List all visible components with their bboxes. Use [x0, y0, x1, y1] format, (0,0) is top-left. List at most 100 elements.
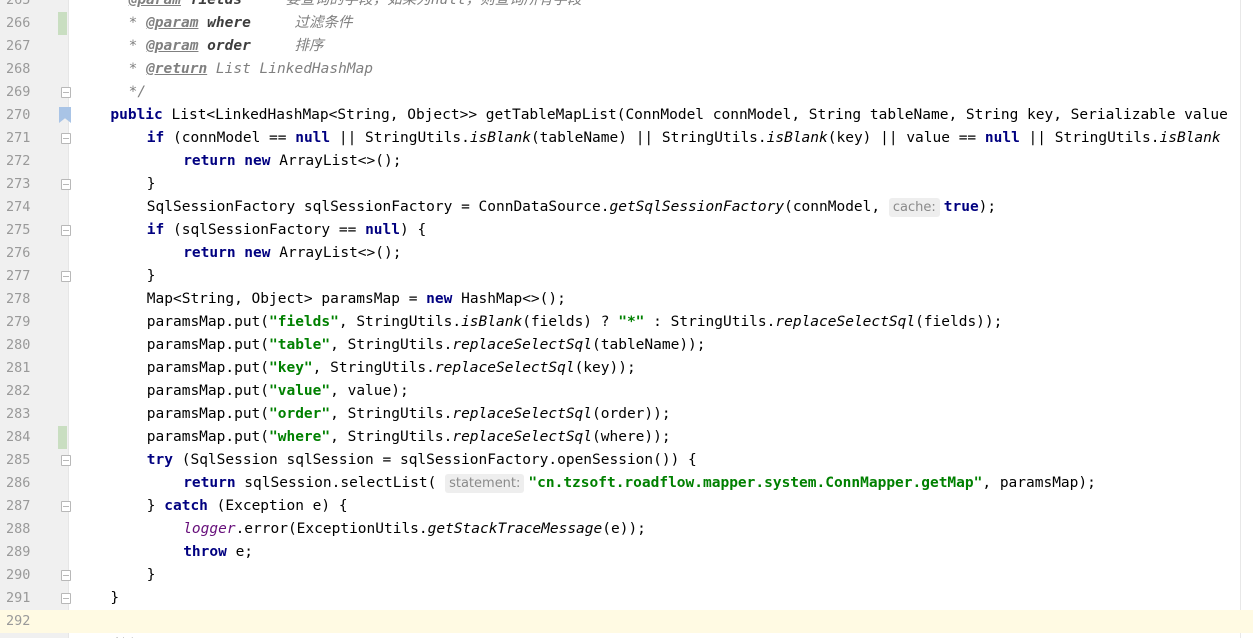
code-token: ) {	[399, 222, 427, 238]
code-line[interactable]: 278 Map<String, Object> paramsMap = new H…	[0, 288, 1253, 311]
fold-toggle-icon[interactable]	[61, 87, 71, 98]
code-text[interactable]: @param fields 要查询的字段，如果为null，则查询所有字段	[129, 0, 582, 12]
code-text[interactable]: }	[147, 173, 156, 196]
code-text[interactable]: SqlSessionFactory sqlSessionFactory = Co…	[147, 196, 996, 219]
code-text[interactable]: paramsMap.put("where", StringUtils.repla…	[147, 426, 671, 449]
code-text[interactable]: }	[147, 564, 156, 587]
code-line[interactable]: 281 paramsMap.put("key", StringUtils.repl…	[0, 357, 1253, 380]
code-text[interactable]: paramsMap.put("key", StringUtils.replace…	[147, 357, 636, 380]
code-line[interactable]: 277}	[0, 265, 1253, 288]
code-text[interactable]: paramsMap.put("fields", StringUtils.isBl…	[147, 311, 1003, 334]
code-text[interactable]: paramsMap.put("value", value);	[147, 380, 409, 403]
code-line[interactable]: 291}	[0, 587, 1253, 610]
code-token: 要查询的字段，如果为null，则查询所有字段	[242, 0, 582, 8]
code-line[interactable]: 266 * @param where 过滤条件	[0, 12, 1253, 35]
code-line[interactable]: 290}	[0, 564, 1253, 587]
code-text[interactable]: return new ArrayList<>();	[183, 242, 401, 265]
code-token: replaceSelectSql	[452, 429, 593, 445]
line-number: 279	[6, 314, 31, 330]
code-line[interactable]: 272 return new ArrayList<>();	[0, 150, 1253, 173]
code-token: , StringUtils.	[330, 429, 453, 445]
code-token: replaceSelectSql	[452, 406, 593, 422]
bookmark-icon[interactable]	[59, 107, 71, 123]
code-text[interactable]: throw e;	[183, 541, 253, 564]
code-text[interactable]: * @return List LinkedHashMap	[129, 58, 373, 81]
code-line[interactable]: 288 logger.error(ExceptionUtils.getStackT…	[0, 518, 1253, 541]
code-text[interactable]: Map<String, Object> paramsMap = new Hash…	[147, 288, 566, 311]
code-line[interactable]: 275 if (sqlSessionFactory == null) {	[0, 219, 1253, 242]
code-text[interactable]: logger.error(ExceptionUtils.getStackTrac…	[183, 518, 646, 541]
code-line[interactable]: 271 if (connModel == null || StringUtils.…	[0, 127, 1253, 150]
code-line[interactable]: 283 paramsMap.put("order", StringUtils.re…	[0, 403, 1253, 426]
line-number: 284	[6, 429, 31, 445]
line-number: 268	[6, 61, 31, 77]
code-token: paramsMap.put(	[146, 337, 270, 353]
code-line[interactable]: 286 return sqlSession.selectList( stateme…	[0, 472, 1253, 495]
code-editor[interactable]: 265 @param fields 要查询的字段，如果为null，则查询所有字段 2…	[0, 0, 1253, 638]
code-line[interactable]: 276 return new ArrayList<>();	[0, 242, 1253, 265]
code-text[interactable]: }	[110, 587, 119, 610]
code-token: *	[128, 38, 147, 54]
line-number: 287	[6, 498, 31, 514]
code-line[interactable]: 285 try (SqlSession sqlSession = sqlSessi…	[0, 449, 1253, 472]
code-text[interactable]: */	[129, 81, 146, 104]
code-text[interactable]: paramsMap.put("table", StringUtils.repla…	[147, 334, 706, 357]
code-line[interactable]: 289 throw e;	[0, 541, 1253, 564]
code-line[interactable]: 269 */	[0, 81, 1253, 104]
code-token: ArrayList<>();	[270, 153, 402, 169]
code-text[interactable]: } catch (Exception e) {	[147, 495, 348, 518]
line-number: 271	[6, 130, 31, 146]
fold-toggle-icon[interactable]	[61, 225, 71, 236]
line-number: 277	[6, 268, 31, 284]
code-line[interactable]: 279 paramsMap.put("fields", StringUtils.i…	[0, 311, 1253, 334]
fold-toggle-icon[interactable]	[61, 455, 71, 466]
code-token: isBlank	[766, 130, 828, 146]
code-line[interactable]: 274 SqlSessionFactory sqlSessionFactory =…	[0, 196, 1253, 219]
vcs-change-marker[interactable]	[58, 12, 67, 35]
code-line[interactable]: 265 @param fields 要查询的字段，如果为null，则查询所有字段	[0, 0, 1253, 12]
code-token: *	[128, 15, 147, 31]
code-text[interactable]: paramsMap.put("order", StringUtils.repla…	[147, 403, 671, 426]
code-line[interactable]: 282 paramsMap.put("value", value);	[0, 380, 1253, 403]
code-line[interactable]: 270 public List<LinkedHashMap<String, Obj…	[0, 104, 1253, 127]
code-line[interactable]: 273}	[0, 173, 1253, 196]
fold-toggle-icon[interactable]	[61, 271, 71, 282]
code-token: "cn.tzsoft.roadflow.mapper.system.ConnMa…	[528, 475, 983, 491]
code-text[interactable]: * @param where 过滤条件	[129, 12, 353, 35]
fold-toggle-icon[interactable]	[61, 570, 71, 581]
code-text[interactable]: if (sqlSessionFactory == null) {	[147, 219, 426, 242]
code-token: public	[110, 107, 163, 123]
code-line[interactable]: 292	[0, 610, 1253, 633]
code-token: (order));	[592, 406, 671, 422]
code-token: "order"	[269, 406, 331, 422]
code-text[interactable]: }	[147, 265, 156, 288]
fold-toggle-icon[interactable]	[61, 133, 71, 144]
line-number: 291	[6, 590, 31, 606]
code-line[interactable]: 280 paramsMap.put("table", StringUtils.re…	[0, 334, 1253, 357]
code-text[interactable]: if (connModel == null || StringUtils.isB…	[147, 127, 1221, 150]
vcs-change-marker[interactable]	[58, 426, 67, 449]
fold-toggle-icon[interactable]	[61, 593, 71, 604]
code-text[interactable]: return sqlSession.selectList( statement:…	[183, 472, 1096, 495]
code-text[interactable]: public List<LinkedHashMap<String, Object…	[110, 104, 1227, 127]
code-text[interactable]: /**	[110, 633, 136, 638]
code-line[interactable]: /**	[0, 633, 1253, 638]
code-text[interactable]: return new ArrayList<>();	[183, 150, 401, 173]
code-token: isBlank	[461, 314, 523, 330]
code-token: paramsMap.put(	[146, 314, 270, 330]
code-token: *	[128, 61, 147, 77]
code-text[interactable]: * @param order 排序	[129, 35, 324, 58]
fold-toggle-icon[interactable]	[61, 179, 71, 190]
fold-toggle-icon[interactable]	[61, 501, 71, 512]
code-token: null	[295, 130, 331, 146]
line-number: 290	[6, 567, 31, 583]
line-number: 288	[6, 521, 31, 537]
code-token: isBlank	[1159, 130, 1221, 146]
code-line[interactable]: 284 paramsMap.put("where", StringUtils.re…	[0, 426, 1253, 449]
code-line[interactable]: 287 } catch (Exception e) {	[0, 495, 1253, 518]
code-text[interactable]: try (SqlSession sqlSession = sqlSessionF…	[147, 449, 697, 472]
code-token: }	[146, 498, 165, 514]
code-token: 排序	[250, 38, 324, 54]
code-line[interactable]: 268 * @return List LinkedHashMap	[0, 58, 1253, 81]
code-line[interactable]: 267 * @param order 排序	[0, 35, 1253, 58]
